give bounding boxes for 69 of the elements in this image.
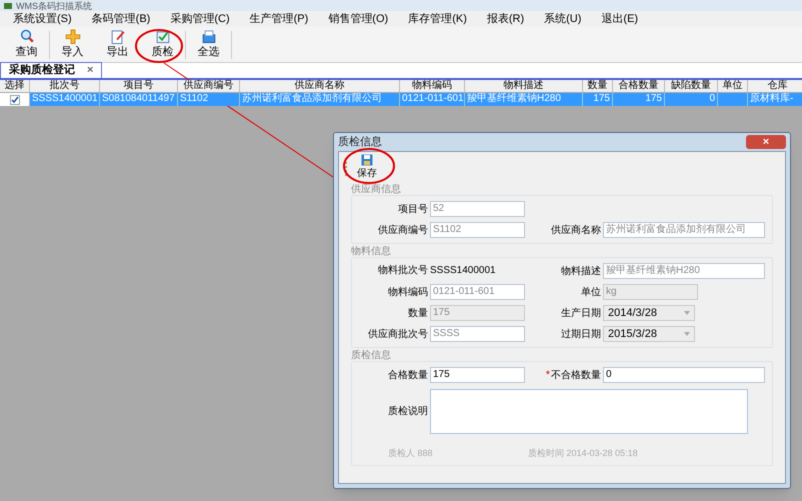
column-header[interactable]: 缺陷数量 <box>665 80 718 92</box>
toolbar-button[interactable]: 全选 <box>186 28 231 60</box>
checked-document-icon <box>154 28 170 44</box>
group-title: 物料信息 <box>351 246 392 257</box>
highlight-circle <box>134 29 184 63</box>
required-mark: * <box>546 368 550 383</box>
table-cell: SSSS1400001 <box>30 93 100 106</box>
menu-item[interactable]: 条码管理(B) <box>82 10 160 28</box>
app-logo-icon <box>4 2 12 8</box>
field-label: 供应商批次号 <box>368 328 428 342</box>
column-header[interactable]: 物料描述 <box>465 80 583 92</box>
highlight-circle <box>343 148 395 184</box>
toolbar-button[interactable]: 导出 <box>95 28 140 60</box>
field-label: 数量 <box>408 306 428 320</box>
field-label: 合格数量 <box>388 368 428 382</box>
window-title: WMS条码扫描系统 <box>16 0 92 10</box>
menu-item[interactable]: 采购管理(C) <box>161 10 239 28</box>
footer-text: 质检时间 2014-03-28 05:18 <box>528 446 638 460</box>
input-field[interactable]: 175 <box>430 367 525 383</box>
column-header[interactable]: 单位 <box>718 80 748 92</box>
toolbar-button[interactable]: 查询 <box>4 28 49 60</box>
menu-item[interactable]: 库存管理(K) <box>399 10 476 28</box>
footer-text: 质检人 888 <box>387 446 434 460</box>
input-field[interactable]: 0 <box>603 367 765 384</box>
field-label: 物料批次号 <box>378 264 428 278</box>
menu-item[interactable]: 退出(E) <box>592 10 648 28</box>
column-header[interactable]: 项目号 <box>100 80 178 92</box>
field-label: 质检说明 <box>388 404 428 418</box>
menu-item[interactable]: 系统(U) <box>535 10 590 28</box>
field-label: 过期日期 <box>561 328 601 342</box>
field-label: 供应商编号 <box>378 224 428 238</box>
field-label: 物料编码 <box>388 286 428 300</box>
document-tab[interactable]: 采购质检登记 × <box>0 62 102 78</box>
table-cell: 175 <box>613 93 665 106</box>
group-title: 供应商信息 <box>351 184 402 195</box>
close-button[interactable]: × <box>746 135 786 149</box>
field-label: 单位 <box>581 286 601 300</box>
menu-item[interactable]: 报表(R) <box>478 10 534 28</box>
field-label: 供应商名称 <box>551 224 601 238</box>
field-label: 物料描述 <box>561 264 601 278</box>
menu-item[interactable]: 系统设置(S) <box>4 10 81 28</box>
table-cell: 175 <box>583 93 613 106</box>
column-header[interactable]: 批次号 <box>30 80 100 92</box>
column-header[interactable]: 数量 <box>583 80 613 92</box>
toolbar-button[interactable]: 导入 <box>50 28 95 60</box>
field-label: 项目号 <box>398 202 428 216</box>
dropdown-arrow-icon <box>684 332 690 336</box>
column-header[interactable]: 合格数量 <box>613 80 665 92</box>
checkbox[interactable] <box>10 94 20 104</box>
table-cell: S081084011497 <box>100 93 178 106</box>
input-field[interactable]: 羧甲基纤维素钠H280 <box>603 263 765 279</box>
menu-item[interactable]: 销售管理(O) <box>319 10 398 28</box>
field-label: 生产日期 <box>561 306 601 320</box>
table-cell: 0121-011-601 <box>400 93 465 106</box>
menu-item[interactable]: 生产管理(P) <box>240 10 318 28</box>
column-header[interactable]: 物料编码 <box>400 80 465 92</box>
dialog-title: 质检信息 <box>338 134 382 150</box>
group-title: 质检信息 <box>351 350 392 361</box>
field-value: SSSS1400001 <box>430 264 497 278</box>
plus-icon <box>64 28 80 44</box>
column-header[interactable]: 选择 <box>0 80 30 92</box>
table-cell: 0 <box>665 93 718 106</box>
field-label: 不合格数量 <box>551 368 601 383</box>
input-field[interactable]: 苏州诺利富食品添加剂有限公司 <box>603 222 765 238</box>
search-icon <box>18 28 34 44</box>
close-icon[interactable]: × <box>87 62 94 79</box>
table-cell: S1102 <box>178 93 240 106</box>
dropdown-arrow-icon <box>684 311 690 315</box>
description-field[interactable] <box>430 388 748 434</box>
